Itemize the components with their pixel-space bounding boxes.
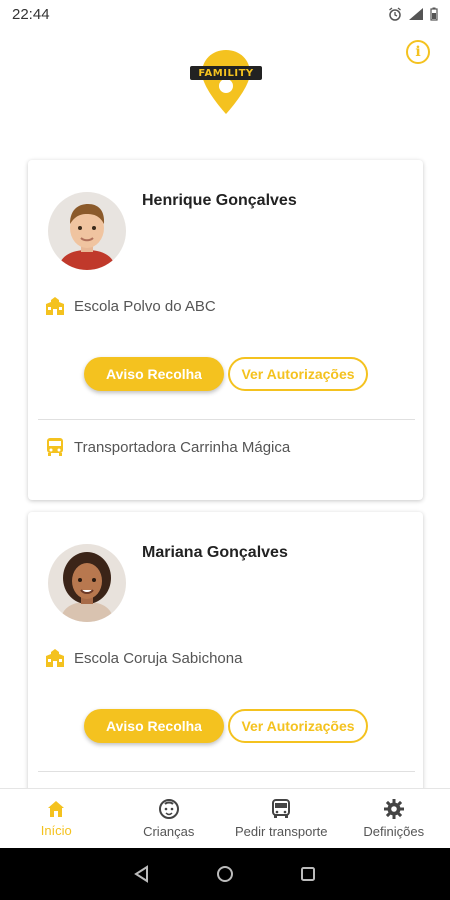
children-list[interactable]: Henrique Gonçalves Escola Polvo do ABC A… (0, 140, 450, 788)
child-name: Mariana Gonçalves (142, 544, 288, 561)
app-header: FAMILITY i (0, 28, 450, 138)
child-card: Henrique Gonçalves Escola Polvo do ABC A… (28, 160, 423, 500)
logo-text: FAMILITY (190, 66, 262, 80)
map-pin-icon (202, 50, 250, 114)
familiy-logo: FAMILITY (190, 46, 262, 118)
bus-icon (272, 799, 291, 818)
back-icon[interactable] (133, 865, 151, 883)
nav-label: Definições (363, 824, 425, 839)
nav-label: Crianças (143, 824, 195, 839)
child-card: Mariana Gonçalves Escola Coruja Sabichon… (28, 512, 423, 788)
nav-label: Pedir transporte (235, 824, 328, 839)
school-icon (44, 296, 66, 316)
school-name: Escola Coruja Sabichona (74, 649, 243, 667)
child-face-icon (158, 799, 179, 819)
bottom-navigation: Início Crianças Pedir transporte Definiç… (0, 788, 450, 848)
divider (38, 771, 415, 772)
recents-icon[interactable] (299, 865, 317, 883)
transport-row: Transportadora Carrinha Mágica (44, 436, 290, 458)
school-row: Escola Polvo do ABC (44, 296, 216, 316)
school-row: Escola Coruja Sabichona (44, 648, 242, 668)
info-button[interactable]: i (406, 40, 430, 64)
view-authorizations-button[interactable]: Ver Autorizações (228, 357, 368, 391)
alarm-icon (389, 7, 401, 21)
home-icon (48, 801, 65, 817)
gear-icon (383, 799, 404, 819)
school-name: Escola Polvo do ABC (74, 297, 216, 315)
status-bar: 22:44 (0, 0, 450, 28)
battery-icon (430, 7, 438, 21)
pickup-notice-button[interactable]: Aviso Recolha (84, 709, 224, 743)
nav-item-settings[interactable]: Definições (338, 789, 450, 848)
avatar (48, 544, 126, 622)
status-time: 22:44 (12, 5, 50, 23)
info-icon: i (415, 44, 421, 60)
signal-icon (409, 8, 423, 20)
nav-item-request-transport[interactable]: Pedir transporte (225, 789, 338, 848)
pickup-notice-button[interactable]: Aviso Recolha (84, 357, 224, 391)
transport-name: Transportadora Carrinha Mágica (74, 438, 291, 456)
home-circle-icon[interactable] (216, 865, 234, 883)
nav-item-home[interactable]: Início (0, 789, 113, 848)
avatar (48, 192, 126, 270)
nav-label: Início (40, 823, 72, 838)
nav-item-children[interactable]: Crianças (113, 789, 226, 848)
system-navigation-bar (0, 848, 450, 900)
view-authorizations-button[interactable]: Ver Autorizações (228, 709, 368, 743)
divider (38, 419, 415, 420)
child-name: Henrique Gonçalves (142, 192, 297, 209)
status-icons (388, 7, 438, 21)
school-icon (44, 648, 66, 668)
bus-icon (44, 436, 66, 458)
